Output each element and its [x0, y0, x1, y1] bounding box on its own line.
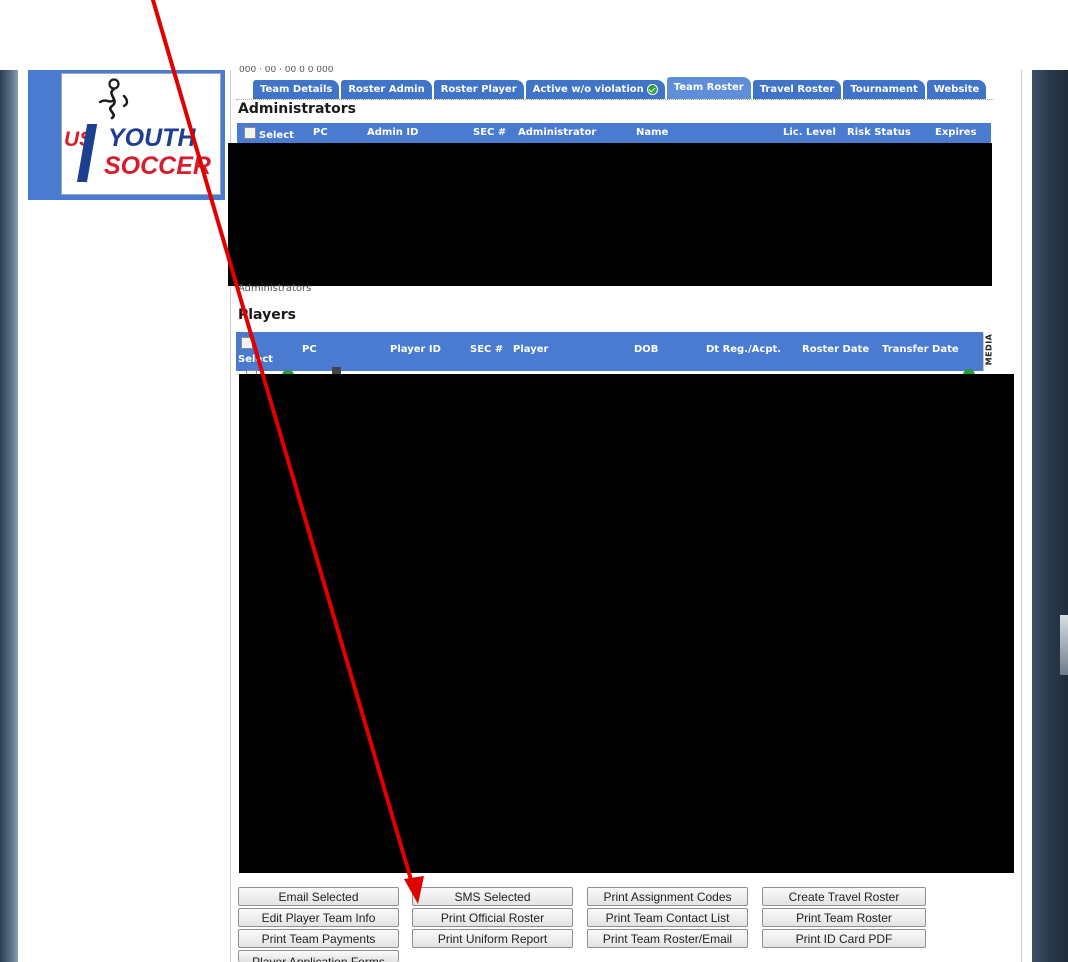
tab-divider — [236, 99, 994, 100]
select-all-players-checkbox[interactable] — [241, 337, 253, 349]
tab-team-roster[interactable]: Team Roster — [666, 77, 751, 99]
col-player: Player — [513, 344, 549, 355]
tab-tournament[interactable]: Tournament — [843, 80, 925, 99]
print-team-roster-email-button[interactable]: Print Team Roster/Email — [587, 929, 748, 948]
tab-label: Team Roster — [673, 82, 744, 93]
svg-text:SOCCER: SOCCER — [104, 152, 211, 180]
edit-player-team-info-button[interactable]: Edit Player Team Info — [238, 908, 399, 927]
tab-label: Roster Player — [440, 84, 517, 95]
col-dob: DOB — [634, 344, 659, 355]
players-title: Players — [238, 307, 296, 323]
window-left-edge — [0, 70, 18, 962]
player-application-forms-button[interactable]: Player Application Forms — [238, 950, 399, 962]
col-administrator: Administrator — [518, 127, 597, 138]
media-label: MEDIA — [984, 333, 994, 366]
tab-active-without-violation[interactable]: Active w/o violation — [525, 80, 665, 99]
administrators-count-note: Administrators — [238, 283, 312, 294]
administrators-title: Administrators — [238, 101, 356, 117]
team-tabs: Team Details Roster Admin Roster Player … — [253, 77, 988, 99]
tab-label: Travel Roster — [759, 84, 835, 95]
redacted-players-rows — [239, 374, 1014, 873]
email-selected-button[interactable]: Email Selected — [238, 887, 399, 906]
administrators-table-header: Select PC Admin ID SEC # Administrator N… — [237, 123, 991, 144]
clipped-header-text: 000 · 00 · 00 0 0 000 — [239, 66, 334, 74]
print-team-contact-list-button[interactable]: Print Team Contact List — [587, 908, 748, 927]
create-travel-roster-button[interactable]: Create Travel Roster — [762, 887, 926, 906]
col-risk-status: Risk Status — [847, 127, 911, 138]
select-all-admins-checkbox[interactable] — [244, 127, 256, 139]
print-id-card-pdf-button[interactable]: Print ID Card PDF — [762, 929, 926, 948]
print-team-roster-button[interactable]: Print Team Roster — [762, 908, 926, 927]
col-pc: PC — [313, 127, 328, 138]
svg-text:YOUTH: YOUTH — [108, 124, 196, 152]
col-roster-date: Roster Date — [802, 344, 870, 355]
check-icon — [646, 84, 658, 95]
print-official-roster-button[interactable]: Print Official Roster — [412, 908, 573, 927]
col-transfer-date: Transfer Date — [882, 344, 959, 355]
col-sec-number: SEC # — [470, 344, 504, 355]
media-column-header: MEDIA — [983, 333, 998, 371]
col-player-id: Player ID — [390, 344, 441, 355]
print-team-payments-button[interactable]: Print Team Payments — [238, 929, 399, 948]
col-sec-number: SEC # — [473, 127, 507, 138]
tab-website[interactable]: Website — [926, 80, 987, 99]
sms-selected-button[interactable]: SMS Selected — [412, 887, 573, 906]
col-pc: PC — [302, 344, 317, 355]
col-select: Select — [259, 130, 294, 141]
tab-label: Website — [933, 84, 980, 95]
print-uniform-report-button[interactable]: Print Uniform Report — [412, 929, 573, 948]
tab-label: Tournament — [850, 84, 918, 95]
col-name: Name — [636, 127, 669, 138]
col-dt-reg: Dt Reg./Acpt. — [706, 344, 782, 355]
col-lic-level: Lic. Level — [783, 127, 836, 138]
tab-roster-player[interactable]: Roster Player — [433, 80, 524, 99]
tab-label: Team Details — [260, 84, 333, 95]
print-assignment-codes-button[interactable]: Print Assignment Codes — [587, 887, 748, 906]
logo-figure-icon: US YOUTH SOCCER — [64, 78, 211, 182]
us-youth-soccer-logo[interactable]: US YOUTH SOCCER — [61, 73, 221, 195]
window-right-edge — [1032, 70, 1068, 962]
tab-label: Active w/o violation — [532, 84, 644, 95]
col-expires: Expires — [935, 127, 977, 138]
col-admin-id: Admin ID — [367, 127, 419, 138]
tab-label: Roster Admin — [348, 84, 425, 95]
col-select: Select — [238, 354, 273, 365]
background-window-glimpse — [1060, 615, 1068, 675]
tab-travel-roster[interactable]: Travel Roster — [752, 80, 842, 99]
tab-team-details[interactable]: Team Details — [253, 80, 340, 99]
window-left-margin — [18, 70, 28, 962]
tab-roster-admin[interactable]: Roster Admin — [341, 80, 432, 99]
players-table-header: Select PC Player ID SEC # Player DOB Dt … — [236, 332, 983, 371]
redacted-administrators-rows — [228, 143, 992, 286]
